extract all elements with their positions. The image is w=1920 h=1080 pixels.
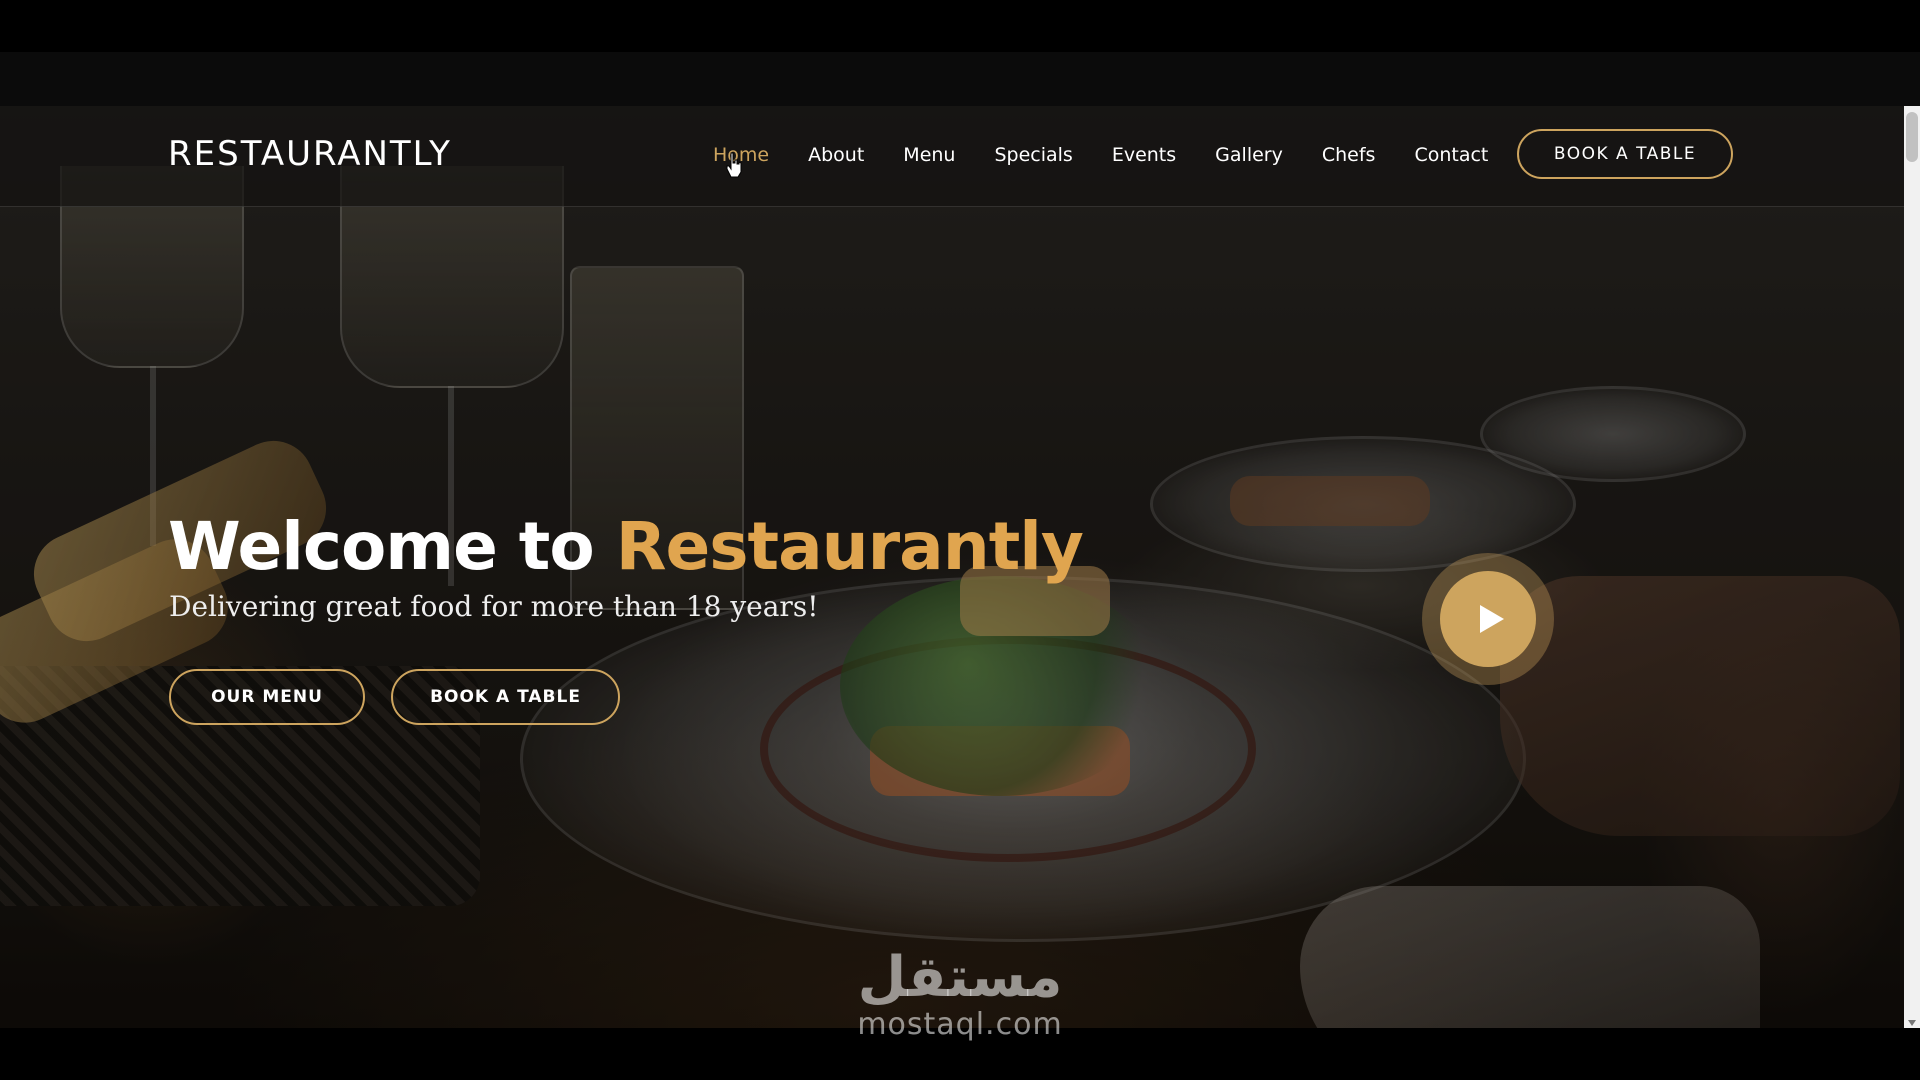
nav-gallery[interactable]: Gallery [1215,144,1283,166]
nav-contact[interactable]: Contact [1414,144,1488,166]
watermark: مستقل mostaql.com [845,948,1075,1042]
page-viewport: RESTAURANTLY Home About Menu Specials Ev… [0,106,1904,1028]
watermark-latin: mostaql.com [857,1007,1063,1042]
play-button-ring [1422,553,1554,685]
nav-about[interactable]: About [808,144,864,166]
nav-menu[interactable]: Menu [903,144,955,166]
hero-title-prefix: Welcome to [168,508,616,585]
hero-title: Welcome to Restaurantly [168,508,1084,585]
header-book-table-button[interactable]: BOOK A TABLE [1517,129,1733,179]
hand-cursor-icon [726,152,742,178]
site-logo[interactable]: RESTAURANTLY [168,134,452,174]
screen-frame: RESTAURANTLY Home About Menu Specials Ev… [0,0,1920,1080]
browser-top-strip [0,52,1920,106]
our-menu-button[interactable]: OUR MENU [169,669,365,725]
letterbox-top [0,0,1920,52]
nav-chefs[interactable]: Chefs [1322,144,1376,166]
hero-title-accent: Restaurantly [615,508,1084,585]
scroll-down-arrow-icon[interactable] [1908,1020,1916,1026]
nav-events[interactable]: Events [1112,144,1176,166]
play-icon [1480,605,1504,633]
hero-subtitle: Delivering great food for more than 18 y… [169,590,819,623]
page-scrollbar[interactable] [1904,106,1920,1028]
hero-book-table-button[interactable]: BOOK A TABLE [391,669,620,725]
main-nav: Home About Menu Specials Events Gallery … [713,144,1527,166]
nav-specials[interactable]: Specials [994,144,1072,166]
site-header: RESTAURANTLY Home About Menu Specials Ev… [0,106,1904,207]
play-video-button[interactable] [1440,571,1536,667]
watermark-arabic: مستقل [857,945,1063,1010]
scrollbar-thumb[interactable] [1906,112,1918,162]
